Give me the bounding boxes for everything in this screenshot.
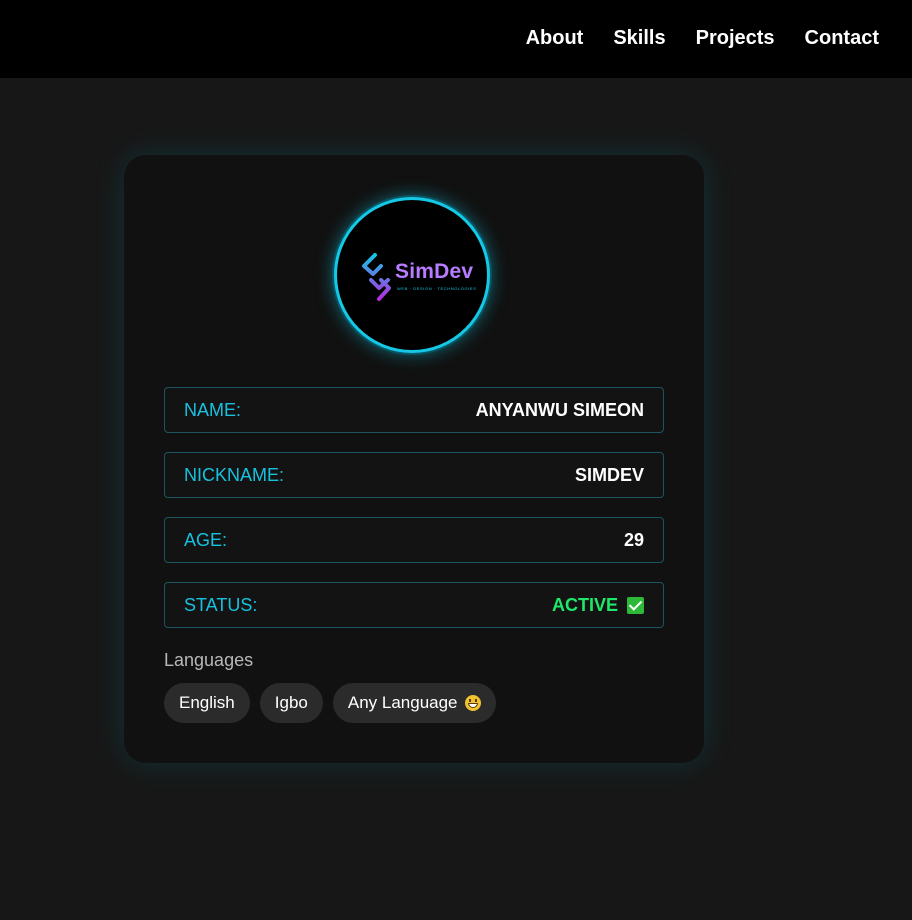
nav-link-about[interactable]: About	[526, 26, 584, 50]
profile-row-name: NAME: ANYANWU SIMEON	[164, 387, 664, 433]
name-label: NAME:	[184, 399, 242, 420]
age-value: 29	[623, 529, 644, 550]
status-value: ACTIVE	[551, 594, 618, 615]
profile-row-status: STATUS: ACTIVE	[164, 582, 664, 628]
languages-list: English Igbo Any Language	[164, 683, 506, 723]
language-pill-any: Any Language	[332, 683, 496, 723]
nickname-value: SIMDEV	[574, 464, 644, 485]
status-badge: ACTIVE	[552, 595, 644, 616]
simdev-logo: SimDev WEB · DESIGN · TECHNOLOGIES	[359, 252, 476, 302]
nav-link-contact[interactable]: Contact	[805, 26, 879, 50]
top-navbar: About Skills Projects Contact	[0, 0, 912, 78]
languages-title: Languages	[164, 650, 254, 670]
profile-row-age: AGE: 29	[164, 517, 664, 563]
profile-card: SimDev WEB · DESIGN · TECHNOLOGIES NAME:…	[124, 155, 704, 763]
nav-links: About Skills Projects Contact	[496, 26, 879, 50]
language-pill-any-label: Any Language	[347, 693, 458, 712]
logo-tagline: WEB · DESIGN · TECHNOLOGIES	[397, 286, 477, 291]
language-pill-english: English	[164, 683, 250, 723]
nav-link-skills[interactable]: Skills	[613, 26, 665, 50]
status-label: STATUS:	[184, 594, 258, 615]
check-icon	[627, 596, 644, 614]
logo-text: SimDev	[395, 260, 474, 283]
simdev-logo-icon	[362, 253, 391, 301]
age-label: AGE:	[184, 529, 228, 550]
profile-rows: NAME: ANYANWU SIMEON NICKNAME: SIMDEV AG…	[164, 387, 664, 647]
avatar: SimDev WEB · DESIGN · TECHNOLOGIES	[334, 197, 490, 353]
grin-icon	[464, 695, 481, 711]
profile-row-nickname: NICKNAME: SIMDEV	[164, 452, 664, 498]
name-value: ANYANWU SIMEON	[475, 399, 644, 420]
nav-link-projects[interactable]: Projects	[696, 26, 775, 50]
language-pill-igbo: Igbo	[259, 683, 323, 723]
nickname-label: NICKNAME:	[184, 464, 285, 485]
